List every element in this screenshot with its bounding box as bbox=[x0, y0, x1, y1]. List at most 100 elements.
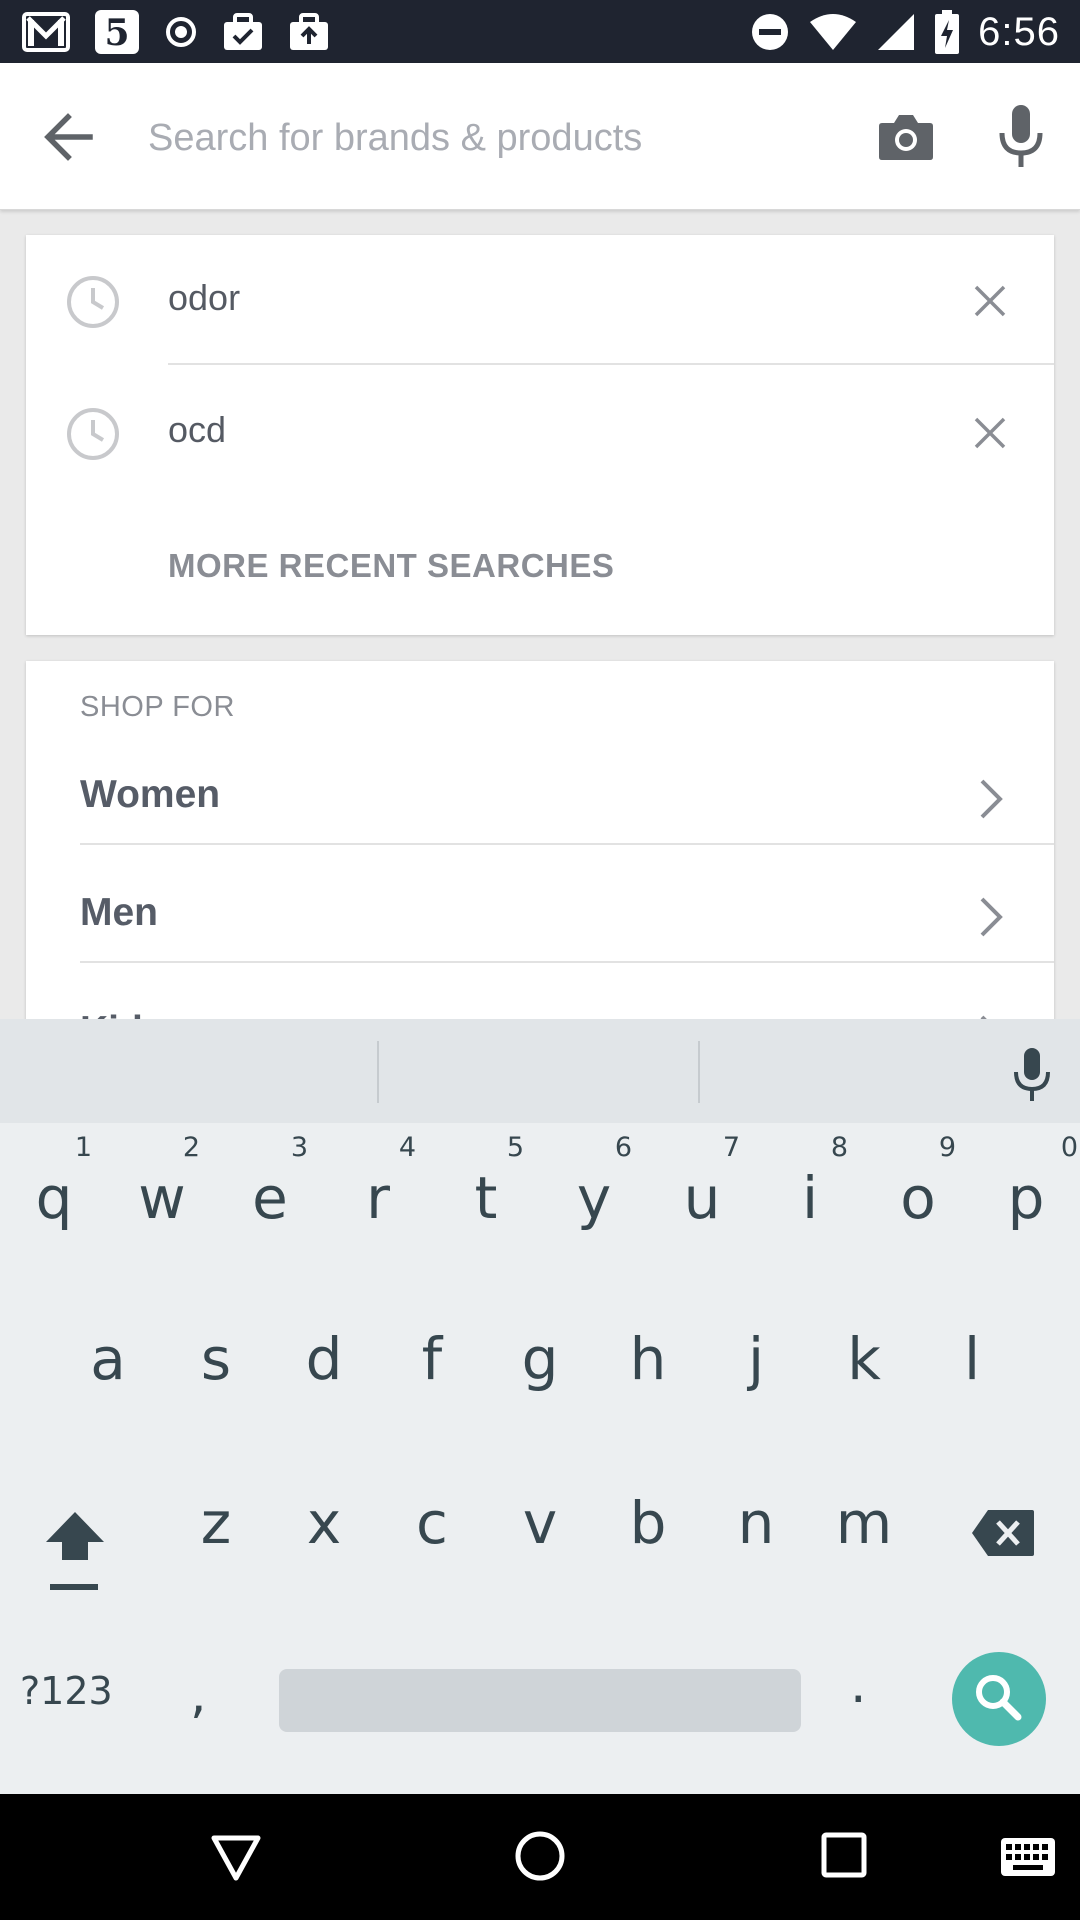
key-v[interactable]: v bbox=[486, 1449, 594, 1589]
recent-searches-card: odor ocd MORE RECENT SEARCHES bbox=[26, 235, 1054, 635]
key-char: k bbox=[847, 1325, 881, 1393]
svg-text:5: 5 bbox=[104, 12, 129, 54]
key-hint: 9 bbox=[938, 1132, 956, 1163]
key-x[interactable]: x bbox=[270, 1449, 378, 1589]
more-recent-searches-link[interactable]: MORE RECENT SEARCHES bbox=[168, 547, 614, 585]
key-k[interactable]: k bbox=[810, 1285, 918, 1425]
key-char: y bbox=[576, 1164, 612, 1232]
suggestion-strip bbox=[0, 1019, 1080, 1123]
search-input[interactable] bbox=[148, 103, 848, 173]
key-p[interactable]: 0p bbox=[972, 1124, 1080, 1264]
key-hint: 4 bbox=[398, 1132, 416, 1163]
keyboard-switch-icon[interactable] bbox=[1000, 1837, 1056, 1877]
camera-search-button[interactable] bbox=[876, 107, 936, 167]
key-char: d bbox=[305, 1325, 343, 1393]
key-char: n bbox=[737, 1489, 775, 1557]
signal-icon bbox=[878, 14, 915, 50]
key-h[interactable]: h bbox=[594, 1285, 702, 1425]
key-char: b bbox=[629, 1489, 667, 1557]
key-r[interactable]: 4r bbox=[324, 1124, 432, 1264]
recent-search-term: ocd bbox=[168, 409, 227, 450]
divider bbox=[80, 843, 1054, 845]
key-char: v bbox=[522, 1489, 558, 1557]
key-char: p bbox=[1007, 1164, 1045, 1232]
microphone-icon bbox=[999, 105, 1043, 167]
backspace-key-icon[interactable] bbox=[970, 1508, 1036, 1558]
wifi-icon bbox=[810, 14, 857, 50]
key-n[interactable]: n bbox=[702, 1449, 810, 1589]
key-char: x bbox=[306, 1489, 342, 1557]
voice-search-button[interactable] bbox=[996, 103, 1046, 171]
remove-recent-search-icon[interactable] bbox=[972, 283, 1008, 319]
system-nav-bar bbox=[0, 1794, 1080, 1920]
key-g[interactable]: g bbox=[486, 1285, 594, 1425]
key-hint: 2 bbox=[182, 1132, 200, 1163]
chevron-right-icon bbox=[980, 897, 1003, 937]
key-j[interactable]: j bbox=[702, 1285, 810, 1425]
briefcase-check-icon bbox=[224, 13, 262, 50]
key-o[interactable]: 9o bbox=[864, 1124, 972, 1264]
key-char: s bbox=[200, 1325, 232, 1393]
symbols-key[interactable]: ?123 bbox=[20, 1669, 140, 1739]
shift-key-icon[interactable] bbox=[42, 1502, 108, 1612]
key-char: m bbox=[835, 1489, 893, 1557]
nav-recents-icon[interactable] bbox=[821, 1832, 867, 1878]
shop-for-header: SHOP FOR bbox=[80, 691, 235, 723]
channel-5-icon: 5 bbox=[95, 10, 139, 54]
key-y[interactable]: 6y bbox=[540, 1124, 648, 1264]
key-char: z bbox=[200, 1489, 232, 1557]
key-u[interactable]: 7u bbox=[648, 1124, 756, 1264]
key-char: e bbox=[252, 1164, 288, 1232]
key-z[interactable]: z bbox=[162, 1449, 270, 1589]
key-char: l bbox=[963, 1325, 981, 1393]
remove-recent-search-icon[interactable] bbox=[972, 415, 1008, 451]
key-char: o bbox=[900, 1164, 936, 1232]
key-q[interactable]: 1q bbox=[0, 1124, 108, 1264]
key-e[interactable]: 3e bbox=[216, 1124, 324, 1264]
comma-key[interactable]: , bbox=[190, 1665, 240, 1735]
suggestion-divider bbox=[377, 1041, 379, 1103]
key-a[interactable]: a bbox=[54, 1285, 162, 1425]
gmail-icon bbox=[22, 12, 70, 52]
key-char: q bbox=[35, 1164, 73, 1232]
key-char: t bbox=[474, 1164, 498, 1232]
nav-back-icon[interactable] bbox=[210, 1832, 262, 1882]
suggestion-divider bbox=[698, 1041, 700, 1103]
recent-search-item[interactable]: odor bbox=[26, 235, 1054, 367]
keyboard-microphone-icon[interactable] bbox=[1012, 1047, 1052, 1103]
history-clock-icon bbox=[67, 276, 119, 328]
key-hint: 1 bbox=[74, 1132, 92, 1163]
key-m[interactable]: m bbox=[810, 1449, 918, 1589]
key-s[interactable]: s bbox=[162, 1285, 270, 1425]
key-hint: 6 bbox=[614, 1132, 632, 1163]
key-f[interactable]: f bbox=[378, 1285, 486, 1425]
chevron-right-icon bbox=[980, 779, 1003, 819]
key-w[interactable]: 2w bbox=[108, 1124, 216, 1264]
back-button[interactable] bbox=[42, 109, 102, 165]
key-char: j bbox=[747, 1325, 765, 1393]
space-bar[interactable] bbox=[279, 1669, 801, 1732]
keyboard-search-button[interactable] bbox=[952, 1652, 1046, 1746]
divider bbox=[168, 363, 1054, 365]
key-i[interactable]: 8i bbox=[756, 1124, 864, 1264]
recent-search-term: odor bbox=[168, 277, 241, 318]
key-c[interactable]: c bbox=[378, 1449, 486, 1589]
do-not-disturb-icon bbox=[752, 14, 789, 50]
arrow-back-icon bbox=[44, 113, 93, 161]
key-t[interactable]: 5t bbox=[432, 1124, 540, 1264]
nav-home-icon[interactable] bbox=[514, 1830, 566, 1882]
history-clock-icon bbox=[67, 408, 119, 460]
key-char: a bbox=[90, 1325, 126, 1393]
key-l[interactable]: l bbox=[918, 1285, 1026, 1425]
key-hint: 0 bbox=[1060, 1132, 1078, 1163]
key-char: i bbox=[801, 1164, 819, 1232]
key-char: h bbox=[629, 1325, 667, 1393]
key-b[interactable]: b bbox=[594, 1449, 702, 1589]
key-char: w bbox=[138, 1164, 186, 1232]
key-hint: 7 bbox=[722, 1132, 740, 1163]
key-d[interactable]: d bbox=[270, 1285, 378, 1425]
camera-icon bbox=[879, 115, 933, 160]
key-char: r bbox=[366, 1164, 390, 1232]
recent-search-item[interactable]: ocd bbox=[26, 367, 1054, 499]
period-key[interactable]: . bbox=[850, 1655, 880, 1725]
